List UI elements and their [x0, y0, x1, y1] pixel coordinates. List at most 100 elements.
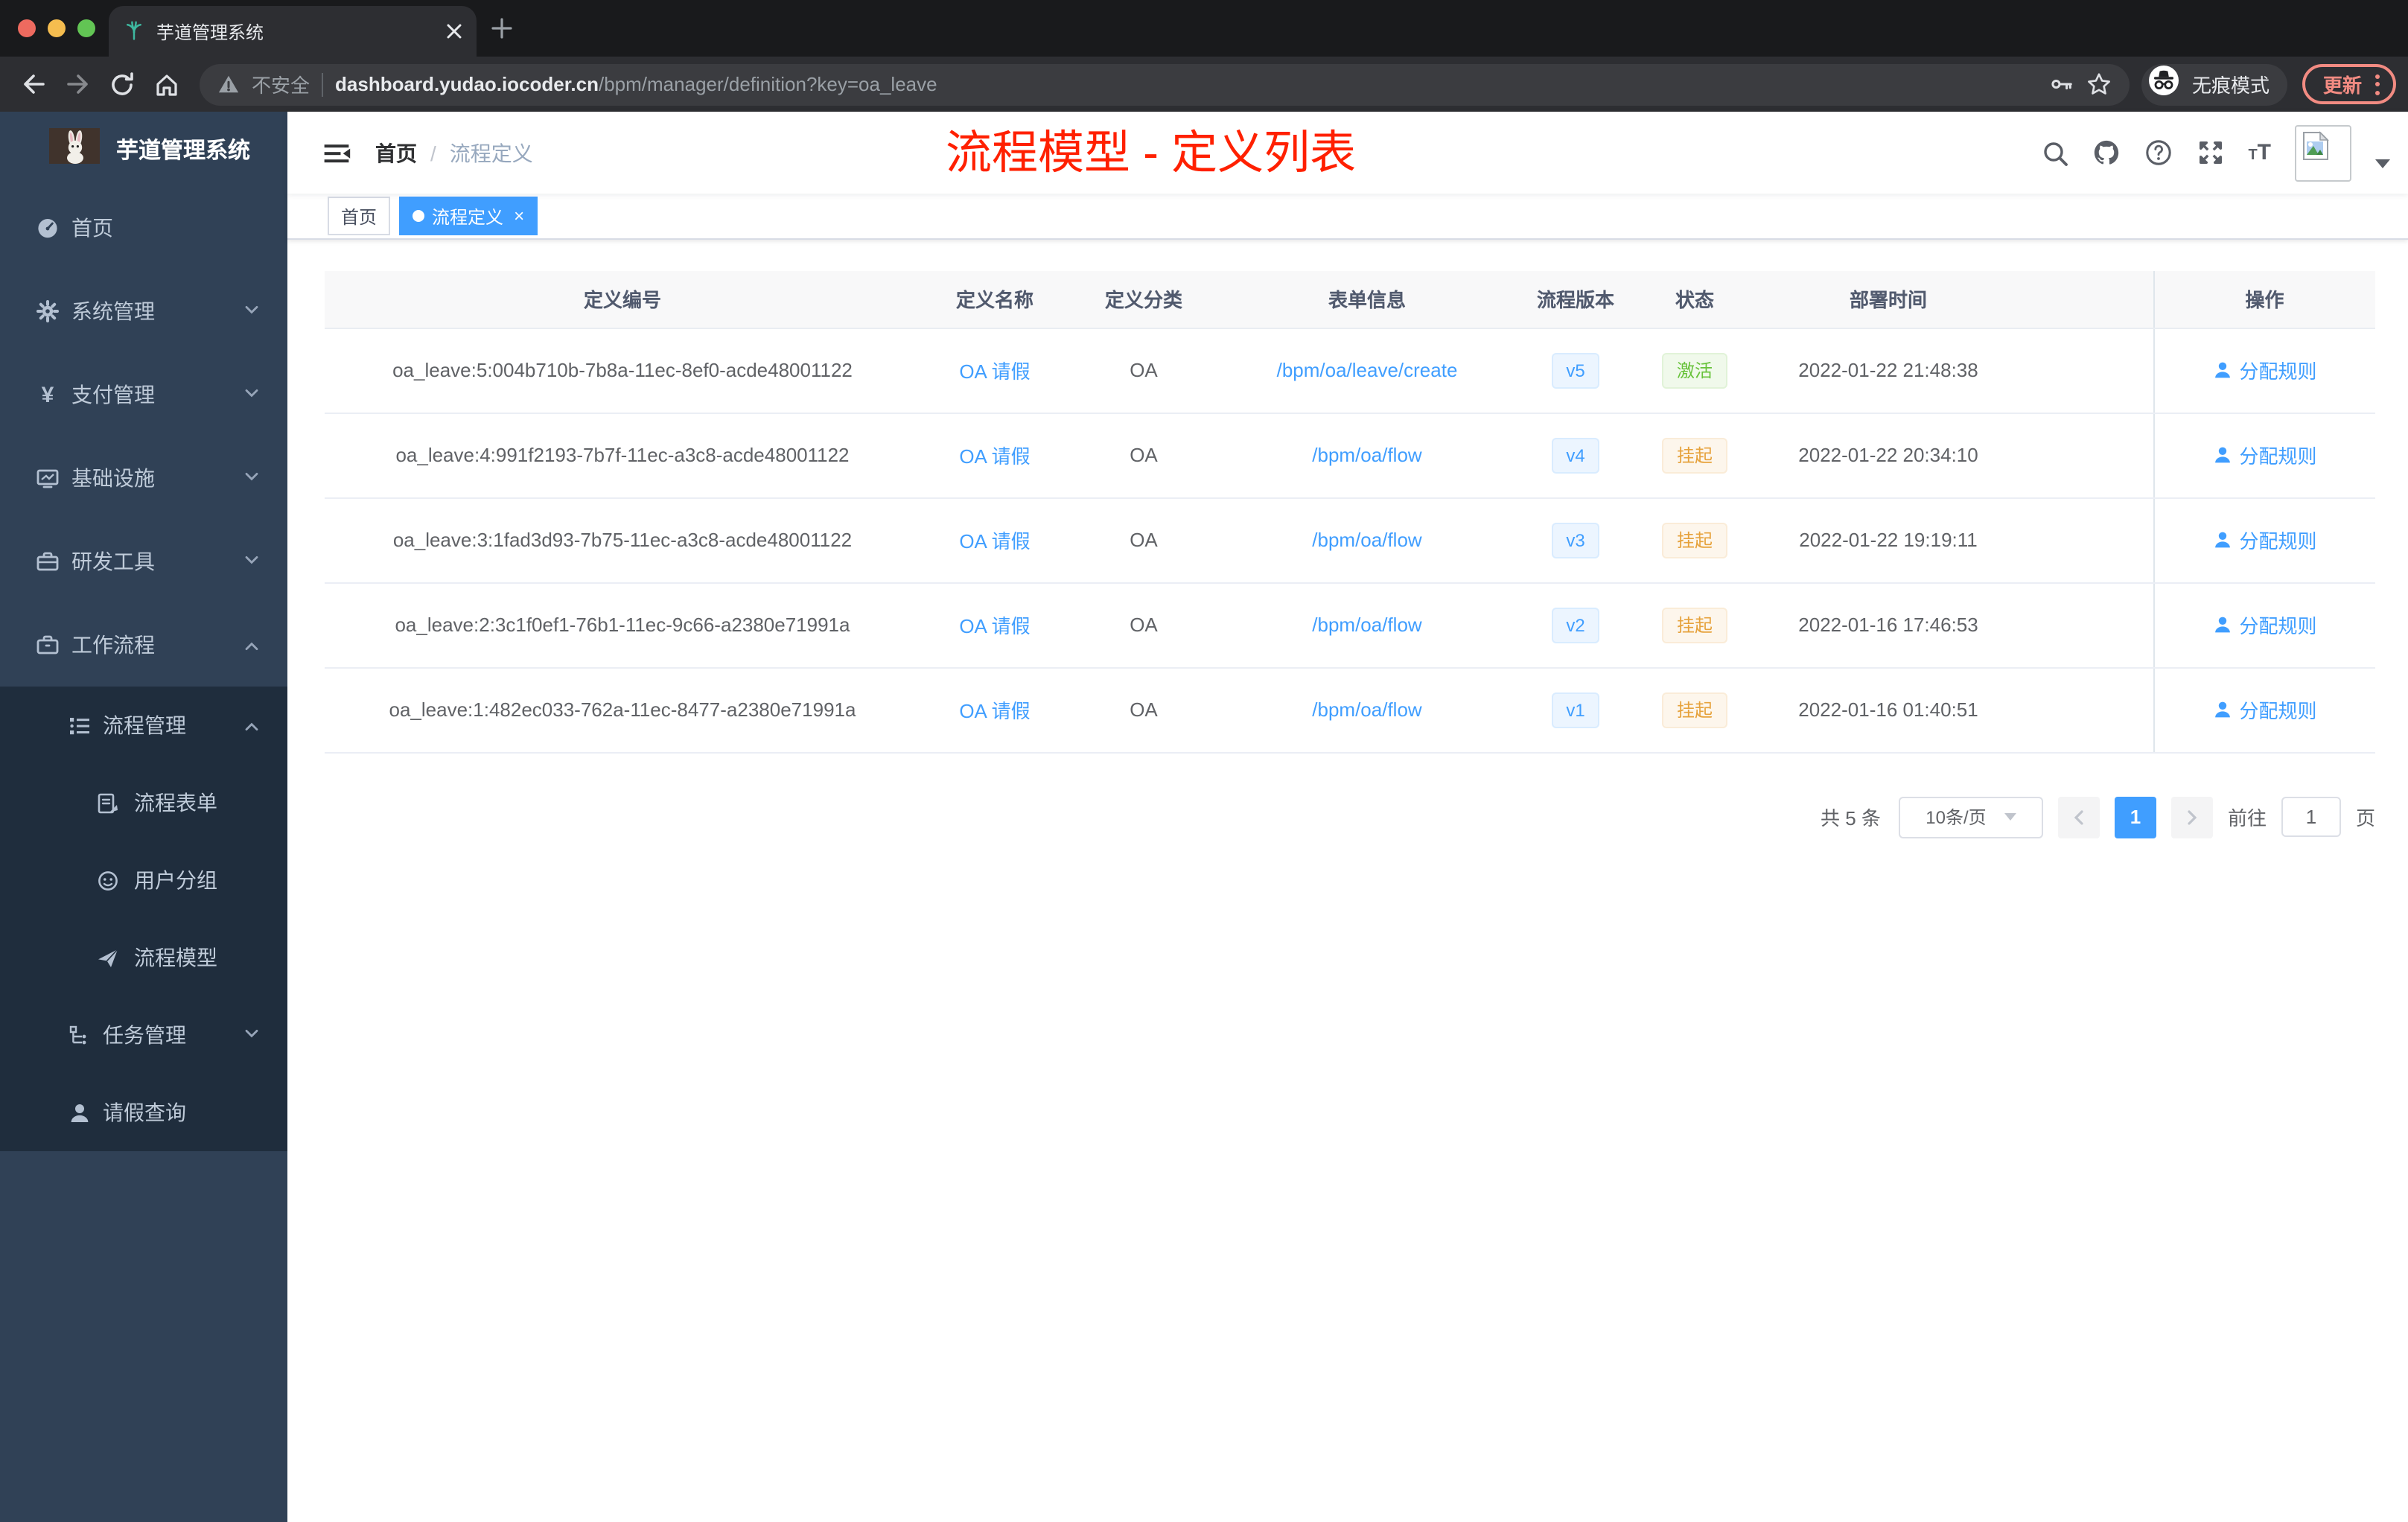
status-badge: 挂起 [1661, 522, 1727, 558]
definition-category-cell: OA [1069, 413, 1218, 498]
filler-cell [2022, 582, 2153, 668]
toolbox-icon [36, 550, 60, 573]
person-icon [67, 1101, 91, 1124]
breadcrumb: 首页 / 流程定义 [375, 138, 533, 168]
sidebar-item-payment[interactable]: ¥ 支付管理 [0, 353, 287, 436]
form-link[interactable]: /bpm/oa/flow [1218, 413, 1516, 498]
url-path: /bpm/manager/definition?key=oa_leave [599, 73, 937, 95]
flow-tree-icon [67, 1024, 91, 1046]
sidebar-item-workflow[interactable]: 工作流程 [0, 603, 287, 687]
definition-name-link[interactable]: OA 请假 [920, 413, 1069, 498]
filler-cell [2022, 497, 2153, 583]
col-deploy-time: 部署时间 [1754, 271, 2022, 328]
search-icon[interactable] [2041, 139, 2068, 166]
definition-name-link[interactable]: OA 请假 [920, 582, 1069, 668]
form-document-icon [95, 792, 119, 814]
status-badge: 激活 [1661, 352, 1727, 388]
collapse-sidebar-icon[interactable] [322, 138, 351, 168]
page-size-select[interactable]: 10条/页 [1898, 796, 2043, 838]
browser-tab[interactable]: 芋道管理系统 [109, 6, 477, 57]
not-secure-label[interactable]: 不安全 [252, 70, 310, 98]
tree-list-icon [67, 714, 91, 736]
sidebar-item-label: 流程管理 [103, 713, 186, 737]
col-definition-name: 定义名称 [920, 271, 1069, 328]
assign-rule-button[interactable]: 分配规则 [2212, 695, 2317, 724]
prev-page-button[interactable] [2057, 796, 2100, 838]
assign-rule-button[interactable]: 分配规则 [2212, 441, 2317, 469]
url-text[interactable]: dashboard.yudao.iocoder.cn/bpm/manager/d… [335, 73, 2037, 95]
sidebar: 芋道管理系统 首页 系统管理 ¥ 支付管理 基础设施 研发工具 工作流程 流程管… [0, 112, 287, 1522]
form-link[interactable]: /bpm/oa/flow [1218, 497, 1516, 583]
assign-rule-button[interactable]: 分配规则 [2212, 526, 2317, 554]
home-button[interactable] [146, 63, 188, 105]
goto-label: 前往 [2227, 807, 2267, 830]
sidebar-item-user-group[interactable]: 用户分组 [0, 841, 287, 919]
breadcrumb-separator: / [430, 141, 436, 165]
avatar-dropdown-caret-icon[interactable] [2375, 159, 2390, 168]
goto-page-input[interactable] [2281, 797, 2341, 837]
sidebar-item-system[interactable]: 系统管理 [0, 270, 287, 353]
password-key-icon[interactable] [2049, 71, 2074, 97]
definition-category-cell: OA [1069, 667, 1218, 753]
zoom-window-button[interactable] [77, 19, 95, 37]
form-link[interactable]: /bpm/oa/leave/create [1218, 328, 1516, 413]
definition-name-link[interactable]: OA 请假 [920, 667, 1069, 753]
deploy-time-cell: 2022-01-16 17:46:53 [1754, 582, 2022, 668]
back-button[interactable] [12, 63, 54, 105]
actions-cell: 分配规则 [2153, 328, 2375, 413]
bookmark-star-icon[interactable] [2086, 71, 2112, 97]
red-annotation-title: 流程模型 - 定义列表 [946, 127, 1357, 179]
forward-button[interactable] [57, 63, 98, 105]
incognito-spy-icon [2147, 64, 2180, 104]
app-logo[interactable]: 芋道管理系统 [0, 112, 287, 186]
definition-name-link[interactable]: OA 请假 [920, 497, 1069, 583]
tag-home[interactable]: 首页 [328, 197, 391, 235]
version-cell: v4 [1516, 413, 1635, 498]
sidebar-item-process-model[interactable]: 流程模型 [0, 919, 287, 996]
sidebar-item-label: 用户分组 [134, 868, 217, 892]
col-status: 状态 [1635, 271, 1754, 328]
sidebar-item-dev-tools[interactable]: 研发工具 [0, 520, 287, 603]
avatar[interactable] [2295, 124, 2351, 181]
new-tab-button[interactable] [491, 18, 512, 39]
form-link[interactable]: /bpm/oa/flow [1218, 667, 1516, 753]
github-icon[interactable] [2092, 138, 2120, 167]
address-bar[interactable]: 不安全 dashboard.yudao.iocoder.cn/bpm/manag… [200, 63, 2130, 105]
fullscreen-icon[interactable] [2196, 138, 2224, 167]
close-tab-icon[interactable] [447, 24, 462, 39]
breadcrumb-home-link[interactable]: 首页 [375, 138, 417, 168]
sidebar-item-home[interactable]: 首页 [0, 186, 287, 270]
close-tag-icon[interactable]: × [514, 206, 524, 226]
col-form-info: 表单信息 [1218, 271, 1516, 328]
not-secure-warning-icon[interactable] [217, 73, 240, 95]
chevron-down-icon [243, 1023, 261, 1047]
version-badge: v1 [1551, 692, 1600, 727]
sidebar-item-process-management[interactable]: 流程管理 [0, 687, 287, 764]
form-link[interactable]: /bpm/oa/flow [1218, 582, 1516, 668]
chrome-update-menu-button[interactable]: 更新 [2302, 64, 2396, 104]
sidebar-item-label: 系统管理 [71, 299, 155, 323]
assign-rule-button[interactable]: 分配规则 [2212, 356, 2317, 384]
user-icon [2214, 362, 2230, 378]
assign-rule-button[interactable]: 分配规则 [2212, 611, 2317, 639]
font-size-icon[interactable]: TT [2248, 140, 2271, 165]
next-page-button[interactable] [2170, 796, 2213, 838]
help-icon[interactable] [2144, 138, 2172, 167]
definition-name-link[interactable]: OA 请假 [920, 328, 1069, 413]
close-window-button[interactable] [18, 19, 36, 37]
sidebar-item-task-management[interactable]: 任务管理 [0, 996, 287, 1074]
minimize-window-button[interactable] [48, 19, 66, 37]
actions-cell: 分配规则 [2153, 667, 2375, 753]
sidebar-item-leave-query[interactable]: 请假查询 [0, 1074, 287, 1151]
page-number-button[interactable]: 1 [2114, 796, 2156, 838]
briefcase-icon [36, 633, 60, 657]
status-cell: 挂起 [1635, 497, 1754, 583]
sidebar-item-infrastructure[interactable]: 基础设施 [0, 436, 287, 520]
sidebar-item-process-form[interactable]: 流程表单 [0, 764, 287, 841]
url-divider [322, 72, 324, 96]
tag-process-definition[interactable]: 流程定义 × [399, 197, 538, 235]
active-tag-dot [413, 210, 425, 222]
reload-button[interactable] [101, 63, 143, 105]
window-controls [18, 19, 95, 37]
favicon-plant-icon [124, 21, 144, 42]
